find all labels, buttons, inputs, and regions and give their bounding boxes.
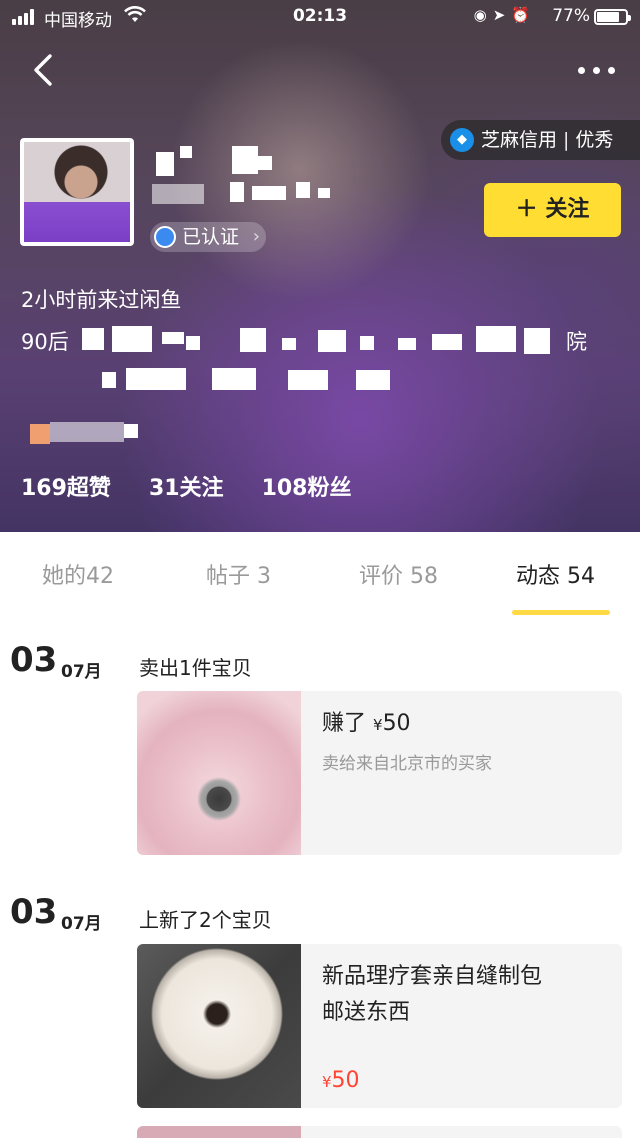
verified-badge[interactable]: 已认证 › <box>150 222 266 252</box>
profile-stats: 169超赞 31关注 108粉丝 <box>21 470 390 502</box>
next-card-peek[interactable] <box>137 1126 622 1138</box>
avatar[interactable] <box>20 138 134 246</box>
nickname-pixelated <box>150 142 410 206</box>
feed-date-month: 07月 <box>61 914 102 934</box>
more-options-button[interactable] <box>574 56 622 84</box>
bio-pixelated <box>0 318 640 458</box>
alarm-icon: ⏰ <box>511 6 536 24</box>
profile-tabs: 她的42 帖子 3 评价 58 动态 54 <box>0 532 640 620</box>
sold-item-card[interactable]: 赚了 ¥50 卖给来自北京市的买家 <box>137 691 622 855</box>
profile-header: 中国移动 02:13 ◉➤⏰ 77% ◆ 芝麻信用 | 优秀 已认证 › ＋ 关… <box>0 0 640 532</box>
item-thumbnail <box>137 691 301 855</box>
tab-posts[interactable]: 帖子 3 <box>206 558 271 590</box>
listing-title-line1: 新品理疗套亲自缝制包 <box>322 964 543 989</box>
tab-reviews[interactable]: 评价 58 <box>359 558 438 590</box>
status-bar: 中国移动 02:13 ◉➤⏰ 77% <box>0 0 640 34</box>
stat-likes[interactable]: 169超赞 <box>21 476 111 501</box>
tab-her-items[interactable]: 她的42 <box>42 558 114 590</box>
verified-user-icon <box>154 226 176 248</box>
sesame-credit-badge[interactable]: ◆ 芝麻信用 | 优秀 <box>441 120 640 160</box>
chevron-right-icon: › <box>252 226 260 247</box>
credit-label: 芝麻信用 <box>481 129 558 151</box>
earned-amount: 赚了 ¥50 <box>322 711 411 736</box>
listing-price: ¥50 <box>322 1068 360 1093</box>
last-seen-text: 2小时前来过闲鱼 <box>21 288 182 312</box>
feed-item-sold: 03 07月 卖出1件宝贝 赚了 ¥50 卖给来自北京市的买家 <box>0 640 640 860</box>
active-tab-indicator <box>512 610 610 615</box>
feed-title: 上新了2个宝贝 <box>139 908 272 932</box>
feed-date-day: 03 <box>10 640 58 680</box>
verified-label: 已认证 <box>182 226 240 248</box>
feed-item-new-listing: 03 07月 上新了2个宝贝 新品理疗套亲自缝制包 邮送东西 ¥50 <box>0 892 640 1122</box>
feed-title: 卖出1件宝贝 <box>139 656 252 680</box>
follow-label: 关注 <box>545 197 590 222</box>
listing-card[interactable]: 新品理疗套亲自缝制包 邮送东西 ¥50 <box>137 944 622 1108</box>
feed-date-month: 07月 <box>61 662 102 682</box>
stat-following[interactable]: 31关注 <box>149 476 224 501</box>
stat-fans[interactable]: 108粉丝 <box>262 476 352 501</box>
feed-date-day: 03 <box>10 892 58 932</box>
follow-button[interactable]: ＋ 关注 <box>484 183 621 237</box>
battery-percent: 77% <box>552 6 590 26</box>
plus-icon: ＋ <box>515 197 538 222</box>
rotation-lock-icon: ◉ <box>473 6 493 24</box>
status-time: 02:13 <box>292 6 348 26</box>
sesame-credit-icon: ◆ <box>450 128 474 152</box>
item-thumbnail <box>137 944 301 1108</box>
chevron-left-icon <box>34 54 52 86</box>
buyer-location: 卖给来自北京市的买家 <box>322 754 492 774</box>
listing-title-line2: 邮送东西 <box>322 1000 411 1025</box>
back-button[interactable] <box>26 50 66 90</box>
more-dots-icon <box>578 67 585 74</box>
credit-level: 优秀 <box>575 129 614 151</box>
tab-activity[interactable]: 动态 54 <box>516 558 595 590</box>
location-icon: ➤ <box>492 6 512 24</box>
battery-icon <box>594 9 631 25</box>
